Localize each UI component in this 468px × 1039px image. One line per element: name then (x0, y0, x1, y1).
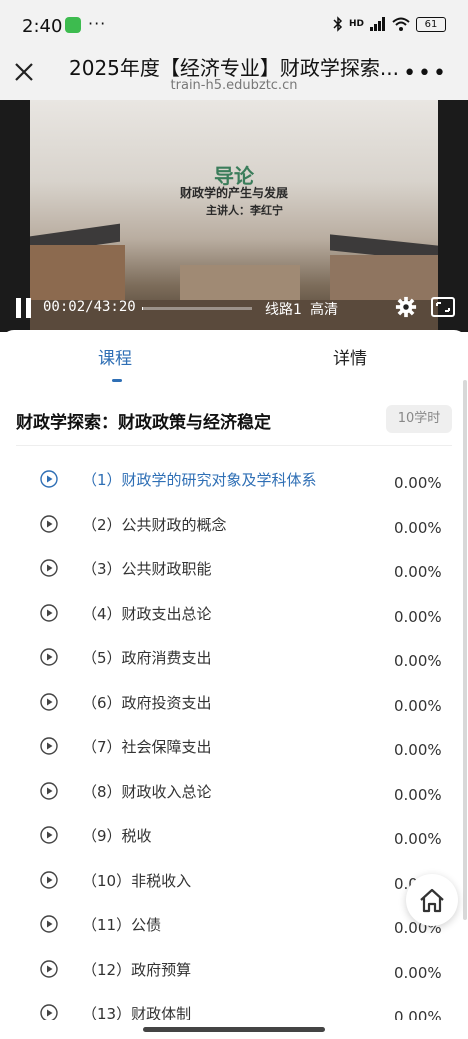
lesson-item[interactable]: （6）政府投资支出 0.00% (0, 692, 468, 736)
pause-icon[interactable] (14, 298, 34, 318)
lesson-progress: 0.00% (394, 518, 442, 537)
course-title: 财政学探索：财政政策与经济稳定 (16, 413, 271, 433)
lesson-item[interactable]: （12）政府预算 0.00% (0, 959, 468, 1003)
tab-bar: 课程 详情 (0, 330, 468, 382)
quality-selector[interactable]: 高清 (310, 299, 338, 319)
lesson-title: （4）财政支出总论 (82, 604, 212, 623)
lesson-title: （8）财政收入总论 (82, 782, 212, 801)
lesson-item[interactable]: （4）财政支出总论 0.00% (0, 603, 468, 647)
signal-icon (370, 17, 385, 31)
video-timecode: 00:02/43:20 (43, 299, 136, 315)
status-more-dots: ··· (88, 14, 107, 33)
course-panel: 课程 详情 财政学探索：财政政策与经济稳定 10学时 （1）财政学的研究对象及学… (0, 330, 468, 1039)
lesson-title: （5）政府消费支出 (82, 649, 212, 667)
lesson-item[interactable]: （11）公债 0.00% (0, 914, 468, 958)
play-circle-icon (40, 559, 58, 577)
gear-icon[interactable] (395, 296, 417, 318)
network-type-label: HD (348, 19, 364, 29)
lesson-progress: 0.00% (394, 741, 442, 759)
lesson-title: （3）公共财政职能 (82, 560, 212, 578)
status-right-icons: HD 61 (333, 16, 446, 32)
battery-icon: 61 (416, 16, 446, 32)
video-controls: 00:02/43:20 线路1 高清 (0, 294, 468, 324)
page-title: 2025年度【经济专业】财政学探索... (69, 56, 399, 80)
play-circle-icon (40, 470, 58, 488)
hours-badge: 10学时 (386, 405, 452, 433)
app-notification-icon (65, 17, 81, 33)
home-button[interactable] (406, 874, 458, 926)
home-indicator[interactable] (143, 1027, 325, 1032)
lesson-title: （9）税收 (82, 827, 152, 845)
lesson-item[interactable]: （3）公共财政职能 0.00% (0, 558, 468, 602)
lesson-progress: 0.00% (394, 696, 442, 715)
tab-indicator (112, 379, 122, 382)
status-bar: 2:40 ··· HD 61 (0, 0, 468, 48)
lesson-progress: 0.00% (394, 963, 442, 982)
lesson-item[interactable]: （5）政府消费支出 0.00% (0, 647, 468, 691)
lesson-title: （11）公债 (82, 916, 162, 934)
lesson-item[interactable]: （1）财政学的研究对象及学科体系 0.00% (0, 469, 468, 513)
video-player[interactable]: 导论 财政学的产生与发展 主讲人：李红宁 00:02/43:20 线路1 高清 (0, 100, 468, 332)
lesson-title: （1）财政学的研究对象及学科体系 (82, 471, 317, 489)
tab-course[interactable]: 课程 (98, 344, 132, 369)
home-icon (420, 888, 444, 913)
lesson-title: （2）公共财政的概念 (82, 515, 227, 534)
lesson-item[interactable]: （8）财政收入总论 0.00% (0, 781, 468, 825)
scrollbar[interactable] (463, 380, 467, 920)
play-circle-icon (40, 514, 58, 533)
lesson-progress: 0.00% (394, 474, 442, 492)
more-icon[interactable]: ••• (403, 61, 448, 86)
play-circle-icon (40, 603, 58, 622)
lesson-progress: 0.00% (394, 607, 442, 626)
lesson-item[interactable]: （7）社会保障支出 0.00% (0, 736, 468, 780)
divider (16, 445, 452, 446)
bluetooth-icon (333, 16, 343, 32)
video-overlay-subtitle: 财政学的产生与发展 (179, 186, 288, 200)
play-circle-icon (40, 915, 58, 933)
video-progress-bar[interactable] (142, 307, 252, 310)
lesson-item[interactable]: （2）公共财政的概念 0.00% (0, 514, 468, 558)
play-circle-icon (40, 737, 58, 755)
play-circle-icon (40, 870, 58, 889)
fullscreen-icon[interactable] (431, 296, 455, 318)
lesson-progress: 0.00% (394, 830, 442, 848)
play-circle-icon (40, 692, 58, 711)
lesson-progress: 0.00% (394, 563, 442, 581)
wifi-icon (392, 17, 410, 31)
lesson-title: （12）政府预算 (82, 960, 192, 979)
page-url: train-h5.edubztc.cn (170, 78, 298, 93)
play-circle-icon (40, 648, 58, 666)
lesson-item[interactable]: （9）税收 0.00% (0, 825, 468, 869)
lesson-item[interactable]: （10）非税收入0.00% (0, 870, 468, 914)
app-header: 2025年度【经济专业】财政学探索... train-h5.edubztc.cn… (0, 48, 468, 100)
tab-details[interactable]: 详情 (333, 344, 367, 369)
close-icon[interactable] (12, 60, 36, 84)
lesson-progress: 0.00% (394, 652, 442, 670)
video-overlay-host: 主讲人：李红宁 (206, 204, 283, 217)
system-nav-bar (0, 1020, 468, 1039)
lesson-title: （10）非税收入 (82, 871, 192, 890)
lesson-title: （7）社会保障支出 (82, 738, 212, 756)
play-circle-icon (40, 959, 58, 978)
play-circle-icon (40, 826, 58, 844)
lesson-title: （6）政府投资支出 (82, 693, 212, 712)
status-time: 2:40 (22, 16, 63, 37)
play-circle-icon (40, 781, 58, 800)
lesson-progress: 0.00% (394, 785, 442, 804)
route-selector[interactable]: 线路1 (265, 299, 302, 319)
